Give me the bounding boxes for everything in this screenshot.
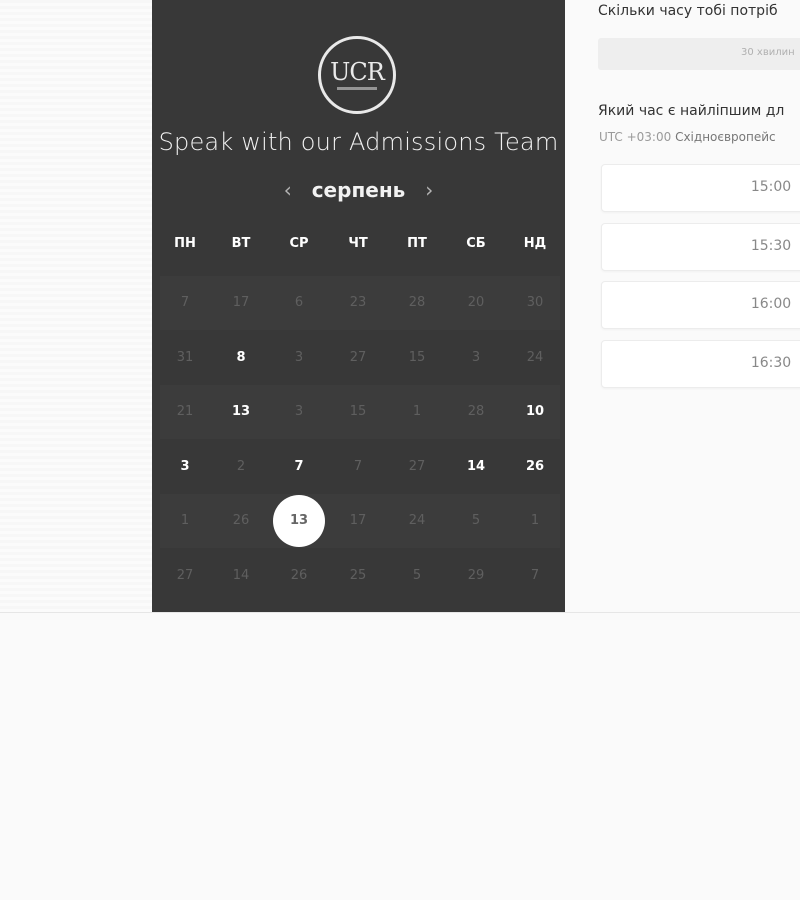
- weekday-label: ПН: [174, 236, 196, 251]
- time-slot-label: 16:30: [750, 355, 792, 371]
- time-slot-label: 15:00: [750, 179, 792, 195]
- calendar-day[interactable]: 3: [160, 459, 210, 474]
- time-question: Який час є найліпшим дл: [598, 103, 785, 119]
- calendar-grid: 7 17 6 23 28 20 30 31 8 3 27 15 3 24 21 13 3 15 1 28 10 3 2 7 7 2…: [160, 276, 560, 603]
- calendar-day: 28: [408, 295, 426, 310]
- duration-value: 30 хвилин: [741, 47, 795, 58]
- weekday-label: НД: [523, 236, 547, 251]
- calendar-day: 29: [467, 567, 485, 583]
- weekday-label: СБ: [466, 236, 486, 251]
- timezone-name: Східноєвропейс: [675, 130, 776, 144]
- calendar-day: 7: [530, 567, 540, 583]
- time-slot-button[interactable]: 15:30: [601, 223, 800, 271]
- calendar-day: 27: [349, 349, 367, 365]
- calendar-day: 17: [232, 295, 250, 310]
- page-backdrop: [0, 0, 152, 612]
- chevron-left-icon[interactable]: ‹: [284, 176, 292, 204]
- calendar-day: 7: [353, 458, 363, 474]
- logo-subtitle-mark: [337, 87, 377, 90]
- calendar-day: 31: [176, 349, 194, 365]
- calendar-day: 14: [232, 567, 250, 583]
- chevron-right-icon[interactable]: ›: [425, 176, 433, 204]
- calendar-day: 24: [526, 349, 544, 365]
- weekday-header: ПН ВТ СР ЧТ ПТ СБ НД: [152, 236, 565, 256]
- calendar-day[interactable]: 13: [216, 404, 266, 419]
- calendar-day: 7: [180, 295, 190, 310]
- calendar-day: 1: [412, 404, 422, 419]
- calendar-day: 5: [412, 567, 422, 583]
- calendar-day: 3: [294, 349, 304, 365]
- timezone-offset: UTC +03:00: [599, 130, 672, 144]
- footer-divider: [0, 612, 800, 613]
- time-slot-label: 16:00: [750, 296, 792, 312]
- time-slot-button[interactable]: 16:30: [601, 340, 800, 388]
- calendar-day: 15: [408, 349, 426, 365]
- calendar-day: 23: [349, 295, 367, 310]
- calendar-day: 30: [526, 295, 544, 310]
- calendar-day: 25: [349, 567, 367, 583]
- calendar-day[interactable]: 10: [510, 404, 560, 419]
- calendar-day: 26: [232, 513, 250, 528]
- calendar-day-selected[interactable]: 13: [274, 513, 324, 528]
- calendar-day: 26: [290, 567, 308, 583]
- logo-text: UCR: [330, 58, 385, 86]
- month-navigator: ‹ серпень ›: [152, 176, 565, 204]
- calendar-day: 1: [180, 513, 190, 528]
- weekday-label: ВТ: [231, 236, 251, 251]
- duration-question: Скільки часу тобі потріб: [598, 3, 778, 19]
- calendar-day: 2: [236, 458, 246, 474]
- weekday-label: СР: [289, 236, 309, 251]
- time-slot-button[interactable]: 15:00: [601, 164, 800, 212]
- calendar-day[interactable]: 14: [451, 459, 501, 474]
- weekday-label: ПТ: [407, 236, 427, 251]
- calendar-day: 21: [176, 404, 194, 419]
- time-slot-button[interactable]: 16:00: [601, 281, 800, 329]
- calendar-day: 3: [471, 349, 481, 365]
- calendar-day: 28: [467, 404, 485, 419]
- calendar-day: 27: [408, 458, 426, 474]
- calendar-day: 20: [467, 295, 485, 310]
- calendar-day: 1: [530, 513, 540, 528]
- calendar-day: 15: [349, 404, 367, 419]
- time-slot-label: 15:30: [750, 238, 792, 254]
- timezone-label[interactable]: UTC +03:00 Східноєвропейс: [599, 130, 776, 144]
- calendar-day: 3: [294, 404, 304, 419]
- weekday-label: ЧТ: [348, 236, 368, 251]
- calendar-day[interactable]: 7: [274, 459, 324, 474]
- month-label: серпень: [311, 178, 406, 202]
- calendar-day[interactable]: 26: [510, 459, 560, 474]
- calendar-panel: UCR Speak with our Admissions Team ‹ сер…: [152, 0, 565, 612]
- calendar-day: 6: [294, 295, 304, 310]
- calendar-title: Speak with our Admissions Team: [158, 128, 559, 156]
- calendar-day[interactable]: 8: [216, 350, 266, 365]
- calendar-day: 24: [408, 513, 426, 528]
- calendar-day: 5: [471, 513, 481, 528]
- calendar-day: 17: [349, 513, 367, 528]
- calendar-day: 27: [176, 567, 194, 583]
- ucr-logo: UCR: [318, 36, 396, 114]
- duration-select[interactable]: 30 хвилин: [598, 38, 800, 70]
